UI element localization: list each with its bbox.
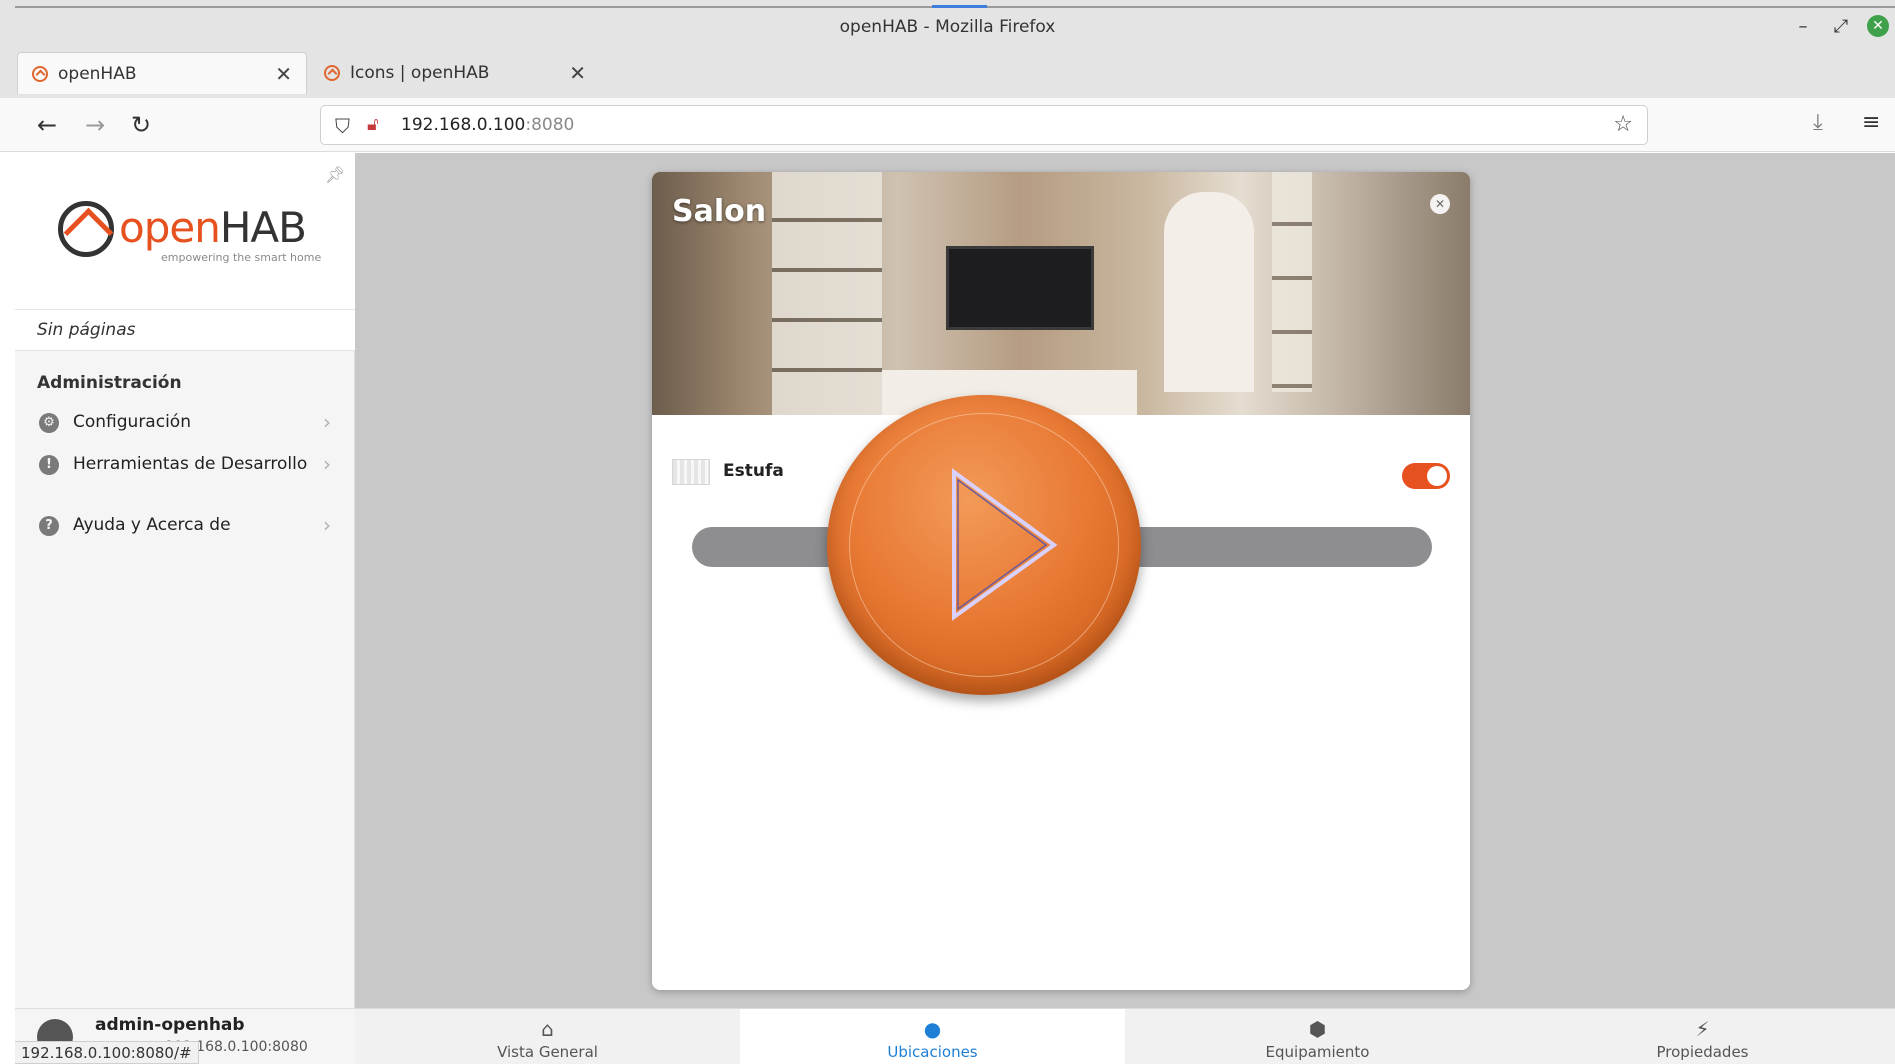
restore-icon[interactable]: ⤢ xyxy=(1828,14,1854,40)
video-play-button[interactable] xyxy=(827,395,1141,695)
titlebar-accent xyxy=(932,5,987,8)
shield-icon[interactable]: ⛉ xyxy=(335,114,350,138)
play-triangle-icon xyxy=(952,468,1058,621)
browser-tab-strip: openHAB ✕ Icons | openHAB ✕ xyxy=(0,52,1895,98)
bookmark-star-icon[interactable]: ☆ xyxy=(1613,112,1633,137)
shield-icon: ! xyxy=(39,455,59,475)
estufa-toggle[interactable] xyxy=(1402,463,1450,489)
minimize-icon[interactable]: – xyxy=(1790,14,1816,40)
openhab-logo-icon xyxy=(58,201,114,257)
sidebar-item-ayuda[interactable]: ? Ayuda y Acerca de › xyxy=(15,506,355,546)
room-header-image: Salon ✕ xyxy=(652,172,1470,415)
tab-propiedades[interactable]: ⚡︎ Propiedades xyxy=(1510,1009,1895,1064)
gear-icon: ⚙ xyxy=(39,413,59,433)
bolt-icon: ⚡︎ xyxy=(1695,1017,1710,1041)
back-arrow-icon[interactable]: ← xyxy=(30,108,64,142)
cube-icon: ⬢ xyxy=(1308,1017,1327,1041)
sidebar-item-configuracion[interactable]: ⚙ Configuración › xyxy=(15,403,355,443)
pin-icon[interactable]: 📌︎ xyxy=(325,165,345,184)
chevron-right-icon: › xyxy=(323,452,331,476)
room-photo-door xyxy=(1164,192,1254,392)
tab-ubicaciones[interactable]: ● Ubicaciones xyxy=(740,1009,1125,1064)
no-pages-label: Sin páginas xyxy=(37,320,136,340)
bottom-tab-bar: ⌂ Vista General ● Ubicaciones ⬢ Equipami… xyxy=(355,1008,1895,1064)
tab-label: Equipamiento xyxy=(1265,1043,1370,1061)
close-icon[interactable]: ✕ xyxy=(1430,194,1450,214)
hamburger-menu-icon[interactable]: ≡ xyxy=(1862,110,1880,135)
logo-area: 📌︎ openHAB empowering the smart home xyxy=(15,153,355,309)
insecure-lock-icon[interactable]: 🔓︎ xyxy=(367,114,379,135)
tab-label: Propiedades xyxy=(1656,1043,1749,1061)
browser-tab-openhab[interactable]: openHAB ✕ xyxy=(17,52,307,94)
sidebar-item-label: Configuración xyxy=(73,412,191,432)
tab-equipamiento[interactable]: ⬢ Equipamiento xyxy=(1125,1009,1510,1064)
url-text[interactable]: 192.168.0.100:8080 xyxy=(401,115,574,135)
chevron-right-icon: › xyxy=(323,410,331,434)
sidebar-item-label: Ayuda y Acerca de xyxy=(73,515,231,535)
tab-label: Ubicaciones xyxy=(887,1043,978,1061)
no-pages-item: Sin páginas xyxy=(15,309,355,351)
location-pin-icon: ● xyxy=(923,1017,942,1041)
openhab-favicon-icon xyxy=(324,65,340,81)
home-icon: ⌂ xyxy=(541,1017,554,1041)
item-label: Estufa xyxy=(723,461,784,481)
tab-vista-general[interactable]: ⌂ Vista General xyxy=(355,1009,740,1064)
navigation-toolbar: ← → ↻ ⛉ 🔓︎ 192.168.0.100:8080 ☆ ⤓ ≡ xyxy=(0,98,1895,152)
reload-icon[interactable]: ↻ xyxy=(124,108,158,142)
radiator-icon xyxy=(672,459,710,485)
download-icon[interactable]: ⤓ xyxy=(1813,110,1823,135)
question-icon: ? xyxy=(39,516,59,536)
openhab-logo-text: openHAB xyxy=(119,203,307,252)
sidebar: 📌︎ openHAB empowering the smart home Sin… xyxy=(15,153,355,1064)
close-window-icon[interactable]: ✕ xyxy=(1867,15,1889,37)
toggle-knob xyxy=(1427,466,1447,486)
sidebar-item-herramientas[interactable]: ! Herramientas de Desarrollo › xyxy=(15,445,355,485)
chevron-right-icon: › xyxy=(323,513,331,537)
tab-label: Vista General xyxy=(497,1043,598,1061)
tab-label: openHAB xyxy=(58,63,137,84)
close-tab-icon[interactable]: ✕ xyxy=(275,62,292,86)
sidebar-item-label: Herramientas de Desarrollo xyxy=(73,454,308,474)
room-photo-tv xyxy=(946,246,1094,330)
user-name: admin-openhab xyxy=(95,1015,245,1035)
window-titlebar: openHAB - Mozilla Firefox – ⤢ ✕ xyxy=(0,0,1895,52)
tab-label: Icons | openHAB xyxy=(350,63,490,83)
status-bar-url: 192.168.0.100:8080/# xyxy=(15,1041,199,1064)
logo-tagline: empowering the smart home xyxy=(161,251,322,264)
address-bar[interactable]: ⛉ 🔓︎ 192.168.0.100:8080 ☆ xyxy=(320,105,1648,145)
room-photo-shelf xyxy=(772,172,882,415)
close-tab-icon[interactable]: ✕ xyxy=(569,61,586,85)
room-photo-shelf xyxy=(1272,172,1312,392)
card-title: Salon xyxy=(672,194,767,229)
window-title: openHAB - Mozilla Firefox xyxy=(839,17,1056,37)
browser-tab-icons[interactable]: Icons | openHAB ✕ xyxy=(310,52,600,94)
forward-arrow-icon[interactable]: → xyxy=(78,108,112,142)
openhab-favicon-icon xyxy=(32,65,48,82)
admin-section-title: Administración xyxy=(37,373,182,393)
